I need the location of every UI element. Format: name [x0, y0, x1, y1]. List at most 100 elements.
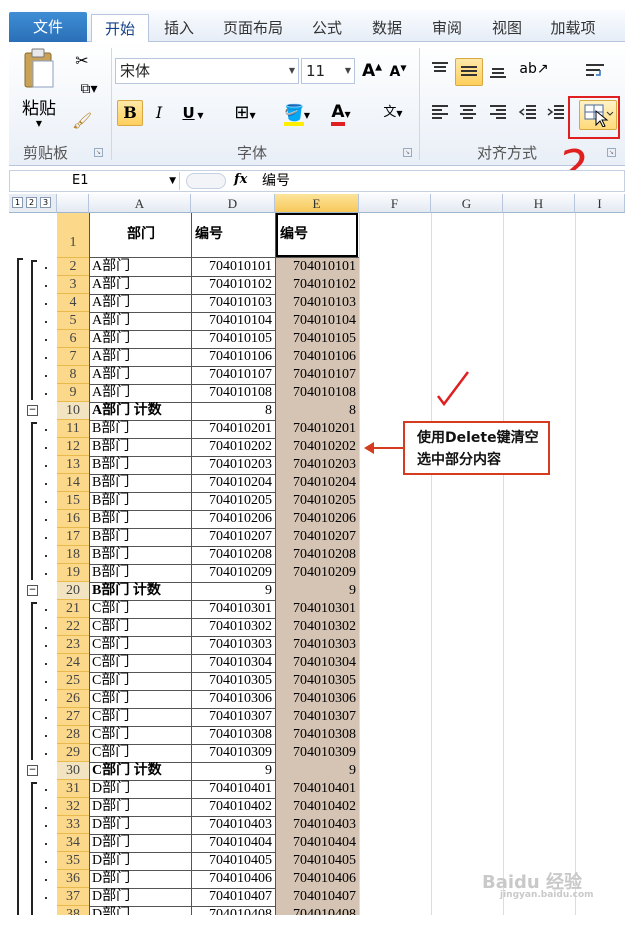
row-header[interactable]: 4 — [57, 294, 89, 312]
number-cell-d[interactable]: 704010105 — [192, 330, 272, 348]
formula-content[interactable]: 编号 — [262, 172, 290, 190]
font-dialog-launcher[interactable]: ↘ — [403, 148, 412, 157]
column-header-i[interactable]: I — [575, 194, 625, 213]
font-name-combo[interactable]: 宋体 ▼ — [115, 58, 299, 84]
bold-button[interactable]: B — [117, 100, 143, 126]
number-cell-e[interactable]: 704010108 — [276, 384, 356, 402]
number-cell-d[interactable]: 704010104 — [192, 312, 272, 330]
dept-cell[interactable]: C部门 — [92, 744, 129, 762]
number-cell-e[interactable]: 704010103 — [276, 294, 356, 312]
number-cell-e[interactable]: 704010105 — [276, 330, 356, 348]
header-cell-number-d[interactable]: 编号 — [195, 226, 223, 244]
dept-cell[interactable]: D部门 — [92, 834, 130, 852]
number-cell-d[interactable]: 704010402 — [192, 798, 272, 816]
number-cell-e[interactable]: 704010207 — [276, 528, 356, 546]
dept-cell[interactable]: B部门 — [92, 474, 129, 492]
column-header-g[interactable]: G — [431, 194, 503, 213]
number-cell-d[interactable]: 704010301 — [192, 600, 272, 618]
subtotal-count-e[interactable]: 8 — [276, 402, 356, 420]
alignment-dialog-launcher[interactable]: ↘ — [607, 148, 616, 157]
dept-cell[interactable]: A部门 — [92, 366, 130, 384]
row-header[interactable]: 3 — [57, 276, 89, 294]
align-center-button[interactable] — [455, 102, 481, 126]
dept-cell[interactable]: A部门 — [92, 276, 130, 294]
collapse-group-button[interactable]: − — [27, 585, 38, 596]
number-cell-d[interactable]: 704010407 — [192, 888, 272, 906]
dept-cell[interactable]: B部门 — [92, 420, 129, 438]
row-header[interactable]: 13 — [57, 456, 89, 474]
column-header-e[interactable]: E — [275, 194, 359, 213]
row-header[interactable]: 31 — [57, 780, 89, 798]
number-cell-e[interactable]: 704010104 — [276, 312, 356, 330]
middle-align-button[interactable] — [455, 58, 483, 86]
dept-cell[interactable]: C部门 — [92, 636, 129, 654]
outline-level-2[interactable]: 2 — [26, 197, 37, 208]
number-cell-d[interactable]: 704010102 — [192, 276, 272, 294]
number-cell-d[interactable]: 704010205 — [192, 492, 272, 510]
dept-cell[interactable]: A部门 — [92, 384, 130, 402]
tab-formulas[interactable]: 公式 — [303, 14, 351, 42]
clipboard-dialog-launcher[interactable]: ↘ — [94, 148, 103, 157]
dept-cell[interactable]: A部门 — [92, 258, 130, 276]
number-cell-d[interactable]: 704010404 — [192, 834, 272, 852]
insert-function-button[interactable]: fx — [234, 172, 247, 187]
tab-view[interactable]: 视图 — [483, 14, 531, 42]
decrease-indent-button[interactable] — [515, 102, 541, 126]
column-header-d[interactable]: D — [191, 194, 275, 213]
row-header[interactable]: 22 — [57, 618, 89, 636]
row-header[interactable]: 11 — [57, 420, 89, 438]
dept-cell[interactable]: B部门 — [92, 546, 129, 564]
dept-cell[interactable]: B部门 — [92, 438, 129, 456]
row-header[interactable]: 32 — [57, 798, 89, 816]
row-header[interactable]: 15 — [57, 492, 89, 510]
number-cell-e[interactable]: 704010302 — [276, 618, 356, 636]
number-cell-e[interactable]: 704010408 — [276, 906, 356, 915]
increase-indent-button[interactable] — [543, 102, 569, 126]
number-cell-d[interactable]: 704010302 — [192, 618, 272, 636]
row-header[interactable]: 33 — [57, 816, 89, 834]
dept-cell[interactable]: D部门 — [92, 870, 130, 888]
dept-cell[interactable]: C部门 — [92, 654, 129, 672]
dept-cell[interactable]: B部门 — [92, 492, 129, 510]
dept-cell[interactable]: C部门 — [92, 708, 129, 726]
dept-cell[interactable]: D部门 — [92, 798, 130, 816]
row-header[interactable]: 28 — [57, 726, 89, 744]
tab-page-layout[interactable]: 页面布局 — [215, 14, 291, 42]
number-cell-e[interactable]: 704010206 — [276, 510, 356, 528]
row-header[interactable]: 26 — [57, 690, 89, 708]
number-cell-e[interactable]: 704010106 — [276, 348, 356, 366]
row-header[interactable]: 2 — [57, 258, 89, 276]
dept-cell[interactable]: B部门 — [92, 510, 129, 528]
underline-button[interactable]: U ▼ — [175, 100, 211, 126]
font-color-button[interactable]: A▼ — [321, 100, 361, 126]
align-right-button[interactable] — [485, 102, 511, 126]
row-header[interactable]: 34 — [57, 834, 89, 852]
column-header-a[interactable]: A — [89, 194, 191, 213]
number-cell-e[interactable]: 704010204 — [276, 474, 356, 492]
row-header[interactable]: 1 — [57, 213, 89, 258]
subtotal-count-e[interactable]: 9 — [276, 582, 356, 600]
number-cell-e[interactable]: 704010307 — [276, 708, 356, 726]
dept-cell[interactable]: C部门 — [92, 618, 129, 636]
dept-cell[interactable]: A部门 — [92, 294, 130, 312]
copy-button[interactable]: ⧉▾ — [71, 80, 107, 102]
number-cell-e[interactable]: 704010208 — [276, 546, 356, 564]
number-cell-d[interactable]: 704010207 — [192, 528, 272, 546]
number-cell-e[interactable]: 704010308 — [276, 726, 356, 744]
number-cell-d[interactable]: 704010202 — [192, 438, 272, 456]
number-cell-e[interactable]: 704010303 — [276, 636, 356, 654]
subtotal-label-cell[interactable]: C部门 计数 — [92, 762, 162, 780]
number-cell-e[interactable]: 704010401 — [276, 780, 356, 798]
number-cell-e[interactable]: 704010201 — [276, 420, 356, 438]
row-header[interactable]: 17 — [57, 528, 89, 546]
tab-file[interactable]: 文件 — [9, 12, 87, 42]
italic-button[interactable]: I — [147, 100, 171, 126]
dept-cell[interactable]: C部门 — [92, 726, 129, 744]
row-header[interactable]: 36 — [57, 870, 89, 888]
dept-cell[interactable]: A部门 — [92, 312, 130, 330]
tab-addins[interactable]: 加载项 — [541, 14, 605, 42]
number-cell-d[interactable]: 704010308 — [192, 726, 272, 744]
collapse-group-button[interactable]: − — [27, 405, 38, 416]
number-cell-e[interactable]: 704010101 — [276, 258, 356, 276]
number-cell-d[interactable]: 704010305 — [192, 672, 272, 690]
